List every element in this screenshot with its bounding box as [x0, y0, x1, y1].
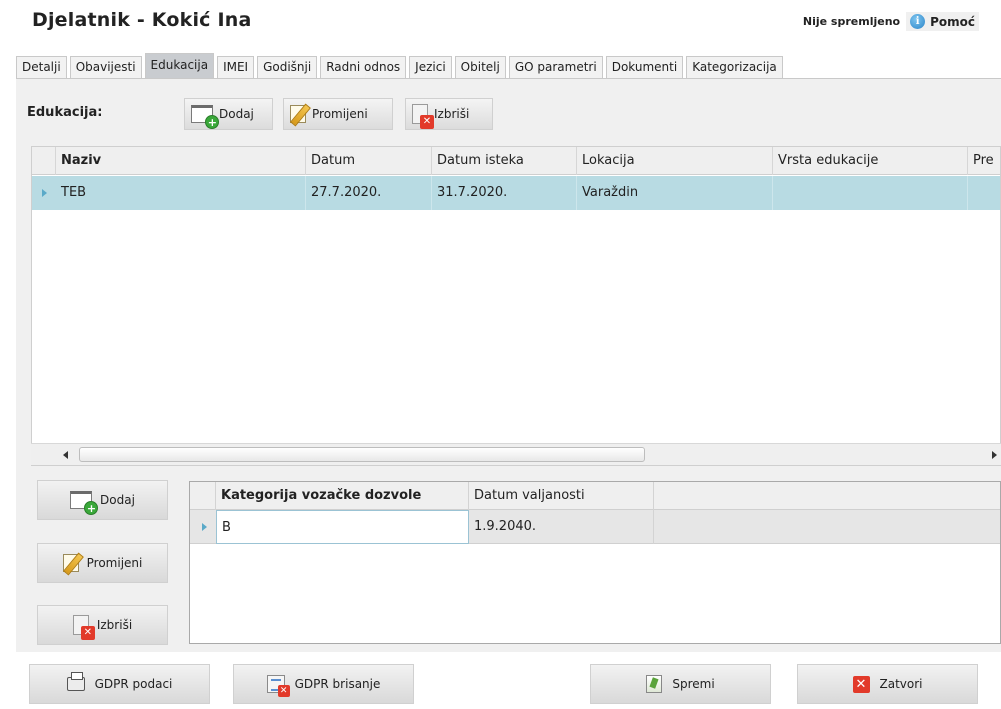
cell-vrsta-edukacije[interactable]: [773, 176, 968, 210]
gdpr-delete-button[interactable]: GDPR brisanje: [233, 664, 414, 704]
close-button[interactable]: ✕ Zatvori: [797, 664, 978, 704]
licence-delete-label: Izbriši: [96, 618, 133, 632]
tab-dokumenti[interactable]: Dokumenti: [605, 56, 684, 78]
row-selector-header: [32, 147, 56, 175]
document-add-icon: +: [70, 491, 99, 515]
gdpr-data-label: GDPR podaci: [94, 677, 173, 691]
row-selector-header: [190, 482, 216, 510]
save-icon: [646, 675, 663, 693]
cell-datum-isteka[interactable]: 31.7.2020.: [432, 176, 577, 210]
document-add-icon: +: [191, 105, 219, 129]
window-header: Djelatnik - Kokić Ina Nije spremljeno i …: [19, 0, 1001, 36]
licence-add-label: Dodaj: [100, 493, 135, 507]
column-header-datum-valjanosti[interactable]: Datum valjanosti: [469, 482, 654, 510]
column-header-pre[interactable]: Pre: [968, 147, 1000, 175]
education-add-button[interactable]: + Dodaj: [184, 98, 273, 130]
column-header-datum-isteka[interactable]: Datum isteka: [432, 147, 577, 175]
trash-icon: [412, 104, 434, 129]
tab-obitelj[interactable]: Obitelj: [454, 56, 506, 78]
header-actions: Nije spremljeno i Pomoć: [803, 12, 979, 31]
save-label: Spremi: [672, 677, 715, 691]
tab-kategorizacija[interactable]: Kategorizacija: [686, 56, 783, 78]
save-button[interactable]: Spremi: [590, 664, 771, 704]
help-label: Pomoć: [930, 14, 975, 29]
scroll-right-arrow-icon[interactable]: [992, 451, 997, 459]
pencil-icon: [290, 105, 306, 123]
licence-delete-button[interactable]: Izbriši: [37, 605, 168, 645]
pencil-icon: [62, 554, 79, 572]
tab-bar: Detalji Obavijesti Edukacija IMEI Godišn…: [16, 52, 786, 78]
tab-edukacija[interactable]: Edukacija: [144, 53, 215, 78]
column-header-naziv[interactable]: Naziv: [56, 147, 306, 175]
table-row[interactable]: B 1.9.2040.: [190, 510, 1000, 544]
tab-radni-odnos[interactable]: Radni odnos: [320, 56, 407, 78]
close-label: Zatvori: [879, 677, 923, 691]
education-grid-header: Naziv Datum Datum isteka Lokacija Vrsta …: [32, 147, 1000, 175]
cell-kategorija[interactable]: B: [216, 510, 469, 544]
tab-detalji[interactable]: Detalji: [16, 56, 67, 78]
tab-jezici[interactable]: Jezici: [409, 56, 452, 78]
licence-edit-label: Promijeni: [86, 556, 143, 570]
education-edit-label: Promijeni: [312, 107, 368, 121]
cell-datum[interactable]: 27.7.2020.: [306, 176, 432, 210]
tab-go-parametri[interactable]: GO parametri: [508, 56, 603, 78]
scroll-left-arrow-icon[interactable]: [63, 451, 68, 459]
window-title: Djelatnik - Kokić Ina: [32, 9, 252, 31]
row-indicator-icon: [42, 189, 47, 197]
scrollbar-thumb[interactable]: [79, 447, 645, 462]
education-horizontal-scrollbar[interactable]: [31, 443, 1001, 465]
gdpr-data-button[interactable]: GDPR podaci: [29, 664, 210, 704]
education-add-label: Dodaj: [219, 107, 254, 121]
column-header-datum[interactable]: Datum: [306, 147, 432, 175]
row-indicator-icon: [202, 523, 207, 531]
education-grid: Naziv Datum Datum isteka Lokacija Vrsta …: [31, 146, 1001, 466]
tab-obavijesti[interactable]: Obavijesti: [69, 56, 142, 78]
column-header-kategorija[interactable]: Kategorija vozačke dozvole: [216, 482, 469, 510]
gdpr-delete-label: GDPR brisanje: [294, 677, 381, 691]
education-delete-button[interactable]: Izbriši: [405, 98, 493, 130]
printer-icon: [66, 672, 85, 691]
cell-pre[interactable]: [968, 176, 1000, 210]
education-edit-button[interactable]: Promijeni: [283, 98, 393, 130]
trash-icon: [72, 615, 95, 640]
cell-lokacija[interactable]: Varaždin: [577, 176, 773, 210]
save-status-label: Nije spremljeno: [802, 15, 901, 28]
licence-grid-header: Kategorija vozačke dozvole Datum valjano…: [190, 482, 1000, 510]
help-button[interactable]: i Pomoć: [906, 12, 979, 31]
info-icon: i: [910, 14, 926, 29]
licence-edit-button[interactable]: Promijeni: [37, 543, 168, 583]
tab-godisnji[interactable]: Godišnji: [257, 56, 318, 78]
column-header-lokacija[interactable]: Lokacija: [577, 147, 773, 175]
column-header-vrsta-edukacije[interactable]: Vrsta edukacije: [773, 147, 968, 175]
cell-datum-valjanosti[interactable]: 1.9.2040.: [469, 510, 654, 544]
tab-imei[interactable]: IMEI: [217, 56, 255, 78]
licence-grid: Kategorija vozačke dozvole Datum valjano…: [189, 481, 1001, 644]
table-row[interactable]: TEB 27.7.2020. 31.7.2020. Varaždin: [32, 176, 1000, 210]
education-delete-label: Izbriši: [434, 107, 470, 121]
list-delete-icon: [266, 675, 290, 697]
close-icon: ✕: [852, 675, 870, 693]
education-section-label: Edukacija:: [27, 105, 103, 120]
licence-add-button[interactable]: + Dodaj: [37, 480, 168, 520]
cell-naziv[interactable]: TEB: [56, 176, 306, 210]
